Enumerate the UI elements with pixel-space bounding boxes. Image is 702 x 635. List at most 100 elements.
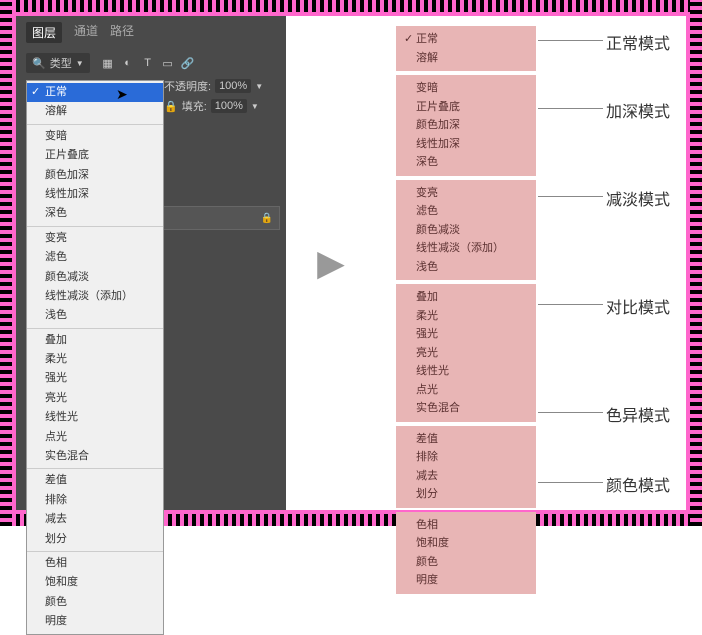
blend-hue[interactable]: 色相 [27,554,163,573]
chevron-down-icon[interactable]: ▼ [255,82,263,91]
cat-item: 滤色 [404,202,528,221]
tab-layers[interactable]: 图层 [26,22,62,43]
arrow-right-icon: ▶ [286,16,376,510]
blend-normal[interactable]: 正常 [27,83,163,102]
cat-item: 浅色 [404,258,528,277]
blend-darken[interactable]: 变暗 [27,127,163,146]
tab-paths[interactable]: 路径 [110,22,134,43]
cat-item: 深色 [404,153,528,172]
cat-item: 变亮 [404,184,528,203]
adjustment-filter-icon[interactable]: ◐ [122,57,134,69]
opacity-label: 不透明度: [164,78,211,94]
cat-item: 正常 [404,30,528,49]
blend-multiply[interactable]: 正片叠底 [27,146,163,165]
blend-color[interactable]: 颜色 [27,593,163,612]
chevron-down-icon: ▼ [76,59,84,68]
cat-item: 减去 [404,467,528,486]
label-difference: 色异模式 [606,402,670,426]
blend-vividlight[interactable]: 亮光 [27,389,163,408]
cat-item: 实色混合 [404,399,528,418]
blend-divide[interactable]: 划分 [27,530,163,549]
blend-group-contrast: 叠加 柔光 强光 亮光 线性光 点光 实色混合 [27,329,163,470]
smartobj-filter-icon[interactable]: 🔗 [182,57,194,69]
cat-item: 颜色 [404,553,528,572]
cat-item: 正片叠底 [404,98,528,117]
category-lighten: 变亮 滤色 颜色减淡 线性减淡（添加） 浅色 [396,180,536,281]
opacity-value[interactable]: 100% [215,79,251,93]
root: 图层 通道 路径 🔍 类型 ▼ ▦ ◐ T ▭ 🔗 [0,0,702,526]
cat-item: 亮光 [404,344,528,363]
label-contrast: 对比模式 [606,294,670,318]
fill-row: 🔒 填充: 100% ▼ [164,96,280,116]
connector-line [538,482,603,483]
shape-filter-icon[interactable]: ▭ [162,57,174,69]
type-label: 类型 [50,55,72,71]
content-area: 图层 通道 路径 🔍 类型 ▼ ▦ ◐ T ▭ 🔗 [16,16,686,510]
label-lighten: 减淡模式 [606,186,670,210]
blend-lightercolor[interactable]: 浅色 [27,306,163,325]
blend-linearlight[interactable]: 线性光 [27,408,163,427]
label-normal: 正常模式 [606,30,670,54]
cat-item: 变暗 [404,79,528,98]
category-difference: 差值 排除 减去 划分 [396,426,536,508]
blend-linearburn[interactable]: 线性加深 [27,185,163,204]
blend-softlight[interactable]: 柔光 [27,350,163,369]
cat-item: 线性减淡（添加） [404,239,528,258]
blend-difference[interactable]: 差值 [27,471,163,490]
label-darken: 加深模式 [606,98,670,122]
blend-subtract[interactable]: 减去 [27,510,163,529]
category-normal: 正常 溶解 [396,26,536,71]
blend-lighten[interactable]: 变亮 [27,229,163,248]
search-icon: 🔍 [32,57,46,70]
blend-group-normal: 正常 溶解 [27,81,163,125]
panel-tabs: 图层 通道 路径 [16,16,286,49]
cat-item: 溶解 [404,49,528,68]
blend-hardmix[interactable]: 实色混合 [27,447,163,466]
tab-channels[interactable]: 通道 [74,22,98,43]
cat-item: 强光 [404,325,528,344]
connector-line [538,304,603,305]
blend-dissolve[interactable]: 溶解 [27,102,163,121]
blend-overlay[interactable]: 叠加 [27,331,163,350]
blend-mode-dropdown: 正常 溶解 变暗 正片叠底 颜色加深 线性加深 深色 变亮 滤色 颜色减淡 线性… [26,80,164,635]
fill-label: 填充: [182,98,207,114]
connector-line [538,108,603,109]
blend-colorburn[interactable]: 颜色加深 [27,166,163,185]
label-color: 颜色模式 [606,472,670,496]
blend-group-color: 色相 饱和度 颜色 明度 [27,552,163,634]
layer-toolbar: 🔍 类型 ▼ ▦ ◐ T ▭ 🔗 [16,49,286,77]
cat-item: 线性光 [404,362,528,381]
type-filter-dropdown[interactable]: 🔍 类型 ▼ [26,53,90,73]
lock-icon[interactable]: 🔒 [164,100,178,113]
text-filter-icon[interactable]: T [142,57,154,69]
cat-item: 明度 [404,571,528,590]
border-right [690,0,702,526]
blend-luminosity[interactable]: 明度 [27,612,163,631]
blend-lineardodge[interactable]: 线性减淡（添加） [27,287,163,306]
blend-screen[interactable]: 滤色 [27,248,163,267]
blend-group-darken: 变暗 正片叠底 颜色加深 线性加深 深色 [27,125,163,227]
blend-saturation[interactable]: 饱和度 [27,573,163,592]
blend-darkercolor[interactable]: 深色 [27,204,163,223]
cat-item: 划分 [404,485,528,504]
chevron-down-icon[interactable]: ▼ [251,102,259,111]
blend-hardlight[interactable]: 强光 [27,369,163,388]
cat-item: 差值 [404,430,528,449]
blend-group-lighten: 变亮 滤色 颜色减淡 线性减淡（添加） 浅色 [27,227,163,329]
photoshop-panel: 图层 通道 路径 🔍 类型 ▼ ▦ ◐ T ▭ 🔗 [16,16,286,510]
layer-properties: 不透明度: 100% ▼ 🔒 填充: 100% ▼ 🔒 [164,76,280,230]
border-top [0,0,702,12]
connector-line [538,412,603,413]
image-filter-icon[interactable]: ▦ [102,57,114,69]
blend-pinlight[interactable]: 点光 [27,428,163,447]
cat-item: 色相 [404,516,528,535]
cat-item: 颜色加深 [404,116,528,135]
fill-value[interactable]: 100% [211,99,247,113]
blend-colordodge[interactable]: 颜色减淡 [27,268,163,287]
cat-item: 饱和度 [404,534,528,553]
opacity-row: 不透明度: 100% ▼ [164,76,280,96]
category-darken: 变暗 正片叠底 颜色加深 线性加深 深色 [396,75,536,176]
cat-item: 点光 [404,381,528,400]
cat-item: 线性加深 [404,135,528,154]
blend-exclusion[interactable]: 排除 [27,491,163,510]
